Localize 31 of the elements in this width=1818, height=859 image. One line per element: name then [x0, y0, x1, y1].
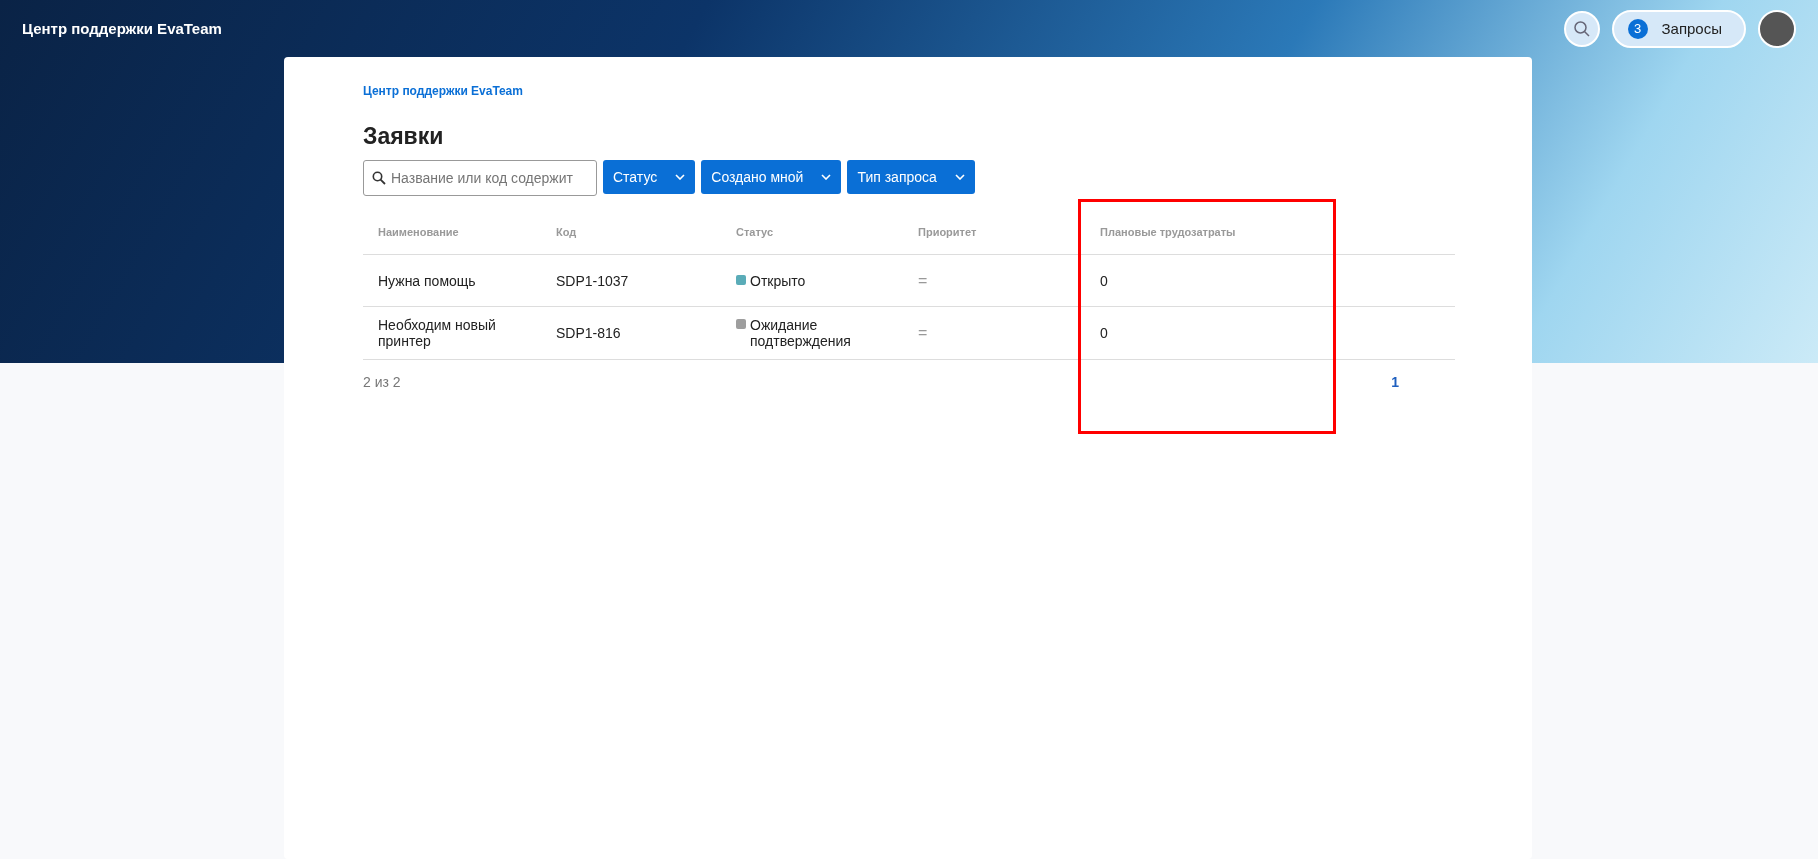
table-cell: Нужна помощь: [363, 254, 541, 307]
filter-dropdown[interactable]: Создано мной: [701, 160, 842, 194]
table-cell: SDP1-816: [541, 306, 721, 360]
requests-button[interactable]: 3 Запросы: [1611, 9, 1746, 48]
search-icon: [1572, 19, 1591, 38]
search-button[interactable]: [1563, 10, 1600, 47]
page-title: Заявки: [363, 123, 445, 150]
table-cell: 0: [1085, 254, 1399, 307]
chevron-down-icon: [675, 174, 686, 180]
status-label: Открыто: [750, 272, 806, 289]
table-cell: SDP1-1037: [541, 254, 721, 307]
status-label: Ожидание подтверждения: [750, 317, 852, 349]
breadcrumb-link[interactable]: Центр поддержки EvaTeam: [363, 84, 523, 98]
filter-dropdown[interactable]: Статус: [603, 160, 696, 194]
priority-label: =: [918, 271, 928, 289]
table-cell: Необходим новый принтер: [363, 306, 541, 360]
chevron-down-icon: [954, 174, 965, 180]
column-header: Статус: [721, 210, 903, 255]
column-header: Приоритет: [903, 210, 1085, 255]
priority-label: =: [918, 324, 928, 341]
filter-dropdown[interactable]: Тип запроса: [847, 160, 975, 194]
chevron-down-icon: [821, 174, 832, 180]
column-header: Наименование: [363, 210, 541, 255]
site-title: Центр поддержки EvaTeam: [22, 20, 223, 37]
search-field[interactable]: Название или код содержит: [363, 160, 597, 196]
page-link[interactable]: 1: [1391, 374, 1399, 390]
avatar[interactable]: [1758, 9, 1796, 48]
pagination-summary: 2 из 2: [363, 374, 401, 390]
column-header: Плановые трудозатраты: [1085, 210, 1399, 255]
table-cell: 0: [1085, 306, 1399, 360]
column-header: Код: [541, 210, 721, 255]
